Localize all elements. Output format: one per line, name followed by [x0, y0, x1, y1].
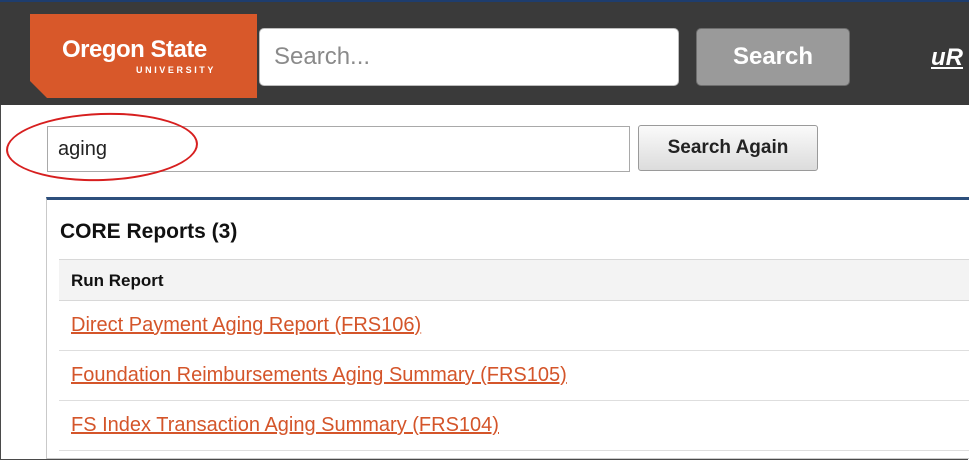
user-link[interactable]: uR: [931, 44, 963, 72]
osu-logo[interactable]: Oregon State UNIVERSITY: [30, 14, 257, 99]
report-link[interactable]: FS Index Transaction Aging Summary (FRS1…: [71, 414, 499, 437]
table-row: FS Index Transaction Aging Summary (FRS1…: [59, 401, 969, 451]
column-header: Run Report: [59, 259, 969, 301]
report-link[interactable]: Direct Payment Aging Report (FRS106): [71, 314, 421, 337]
table-row: Foundation Reimbursements Aging Summary …: [59, 351, 969, 401]
table-row: Direct Payment Aging Report (FRS106): [59, 301, 969, 351]
logo-name: Oregon State: [62, 36, 207, 63]
search-again-button[interactable]: Search Again: [638, 125, 818, 171]
results-title: CORE Reports (3): [60, 220, 238, 243]
report-link[interactable]: Foundation Reimbursements Aging Summary …: [71, 364, 567, 387]
header-search-input[interactable]: [259, 28, 679, 86]
header-search-button[interactable]: Search: [696, 28, 850, 86]
logo-fold-decoration: [30, 81, 48, 99]
results-panel: CORE Reports (3) Run Report Direct Payme…: [46, 197, 969, 459]
top-header: Oregon State UNIVERSITY Search uR: [0, 0, 969, 105]
column-header-label: Run Report: [71, 271, 164, 290]
logo-subtitle: UNIVERSITY: [136, 65, 217, 75]
